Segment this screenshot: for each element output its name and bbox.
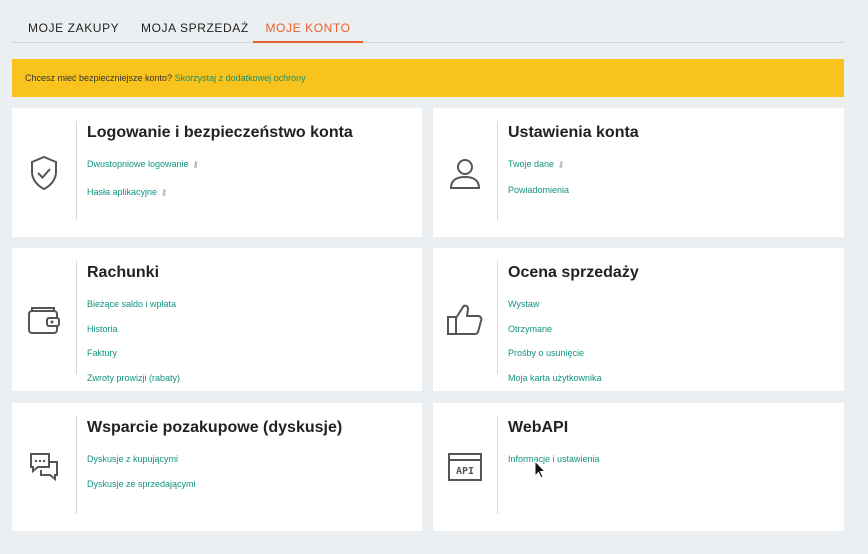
card-links: Dwustopniowe logowanie ⚷ Hasła aplikacyjn… [87,158,198,211]
link-twoje-dane[interactable]: Twoje dane ⚷ [508,158,569,184]
link-prosby-o-usuniecie[interactable]: Prośby o usunięcie [508,347,602,372]
card-support: Wsparcie pozakupowe (dyskusje) Dyskusje … [12,403,422,531]
card-title: Ustawienia konta [508,124,639,141]
key-icon: ⚷ [558,160,564,169]
link-informacje-i-ustawienia[interactable]: Informacje i ustawienia [508,453,600,478]
link-hasla-aplikacyjne[interactable]: Hasła aplikacyjne ⚷ [87,186,198,211]
card-links: Dyskusje z kupującymi Dyskusje ze sprzed… [87,453,196,502]
card-title: Rachunki [87,264,160,281]
shield-check-icon [12,108,76,237]
tab-moje-konto[interactable]: MOJE KONTO [253,14,363,43]
chat-bubbles-icon [12,403,76,531]
user-icon [433,108,497,237]
card-links: Twoje dane ⚷ Powiadomienia [508,158,569,209]
key-icon: ⚷ [192,160,199,169]
card-links: Informacje i ustawienia [508,453,600,478]
link-dyskusje-z-kupujacymi[interactable]: Dyskusje z kupującymi [87,453,196,478]
card-divider [76,121,77,220]
banner-link[interactable]: Skorzystaj z dodatkowej ochrony [175,73,306,83]
card-title: Logowanie i bezpieczeństwo konta [87,124,353,141]
thumbs-up-icon [433,248,497,391]
link-zwroty-prowizji[interactable]: Zwroty prowizji (rabaty) [87,372,180,397]
card-divider [497,416,498,514]
card-title: Ocena sprzedaży [508,264,639,281]
card-settings: Ustawienia konta Twoje dane ⚷ Powiadomien… [433,108,844,237]
tab-moje-zakupy[interactable]: MOJE ZAKUPY [12,14,135,43]
link-moja-karta[interactable]: Moja karta użytkownika [508,372,602,397]
card-title: Wsparcie pozakupowe (dyskusje) [87,419,343,436]
card-webapi: API WebAPI Informacje i ustawienia [433,403,844,531]
svg-text:API: API [456,466,474,477]
wallet-icon [12,248,76,391]
card-divider [76,416,77,514]
card-divider [76,261,77,374]
banner-text: Chcesz mieć bezpieczniejsze konto? [25,73,173,83]
key-icon: ⚷ [161,188,167,197]
card-security: Logowanie i bezpieczeństwo konta Dwustop… [12,108,422,237]
card-title: WebAPI [508,419,569,436]
link-dwustopniowe-logowanie[interactable]: Dwustopniowe logowanie ⚷ [87,158,198,186]
mouse-cursor-icon [534,460,546,479]
api-window-icon: API [433,403,497,531]
security-banner: Chcesz mieć bezpieczniejsze konto? Skorz… [12,59,844,97]
link-faktury[interactable]: Faktury [87,347,180,372]
card-links: Bieżące saldo i wpłata Historia Faktury … [87,298,180,396]
link-wystaw[interactable]: Wystaw [508,298,602,323]
card-divider [497,261,498,374]
tab-moja-sprzedaz[interactable]: MOJA SPRZEDAŻ [125,14,265,43]
card-rating: Ocena sprzedaży Wystaw Otrzymane Prośby … [433,248,844,391]
card-bills: Rachunki Bieżące saldo i wpłata Historia… [12,248,422,391]
link-powiadomienia[interactable]: Powiadomienia [508,184,569,209]
link-dyskusje-ze-sprzedajacymi[interactable]: Dyskusje ze sprzedającymi [87,478,196,503]
card-divider [497,121,498,220]
link-otrzymane[interactable]: Otrzymane [508,323,602,348]
link-biezace-saldo[interactable]: Bieżące saldo i wpłata [87,298,180,323]
link-historia[interactable]: Historia [87,323,180,348]
card-links: Wystaw Otrzymane Prośby o usunięcie Moja… [508,298,602,396]
main-tabs: MOJE ZAKUPY MOJA SPRZEDAŻ MOJE KONTO [12,14,844,43]
